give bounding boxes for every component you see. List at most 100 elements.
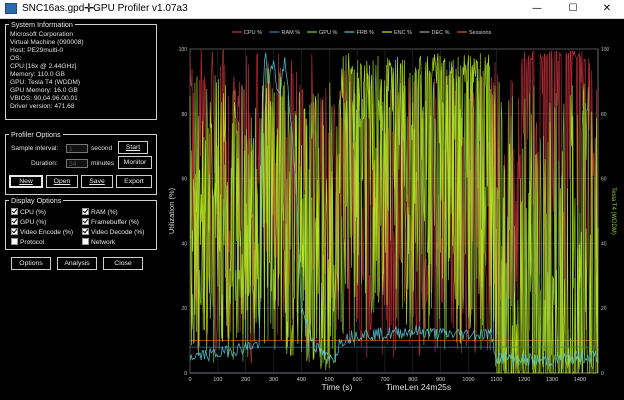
info-line: Virtual Machine (090008) [10,39,84,46]
display-options-title: Display Options [9,196,64,205]
x-tick-label: 100 [213,377,222,383]
info-line: GPU Memory: 16.0 GB [10,87,78,94]
sample-interval-unit: second [91,145,113,152]
checkbox-unchecked-icon [11,238,18,245]
checkbox-unchecked-icon [82,238,89,245]
checkbox-checked-icon [82,218,89,225]
video-encode-checkbox[interactable]: Video Encode (%) [11,228,73,237]
info-line: Driver version: 471.68 [10,103,75,110]
duration-unit: minutes [91,160,115,167]
sample-interval-input[interactable]: 1 [66,144,88,153]
framebuffer-checkbox[interactable]: Framebuffer (%) [82,218,139,227]
monitor-button[interactable]: Monitor [118,156,152,169]
open-button[interactable]: Open [46,175,78,188]
x-tick-label: 1400 [574,377,586,383]
x-tick-label: 200 [241,377,250,383]
save-button[interactable]: Save [81,175,113,188]
start-button[interactable]: Start [118,141,148,154]
minimize-button[interactable]: — [520,0,554,18]
timelen-label: TimeLen 24m25s [386,382,451,392]
open-label: Open [53,178,71,185]
analysis-button[interactable]: Analysis [57,257,97,270]
checkbox-checked-icon [11,228,18,235]
x-tick-label: 300 [269,377,278,383]
y-tick-label: 0 [184,371,187,377]
cpu-checkbox[interactable]: CPU (%) [11,208,46,217]
legend-entry: CPU % [244,30,262,36]
app-icon [5,3,17,14]
video-decode-checkbox[interactable]: Video Decode (%) [82,228,144,237]
y-tick-label-right: 40 [601,241,607,247]
x-axis-label: Time (s) [321,382,352,392]
legend-entry: DEC % [432,30,450,36]
save-label: Save [89,178,105,185]
info-line: GPU: Tesla T4 (WDDM) [10,79,81,86]
y-tick-label-right: 100 [601,47,610,53]
y-tick-label-right: 20 [601,306,607,312]
info-line: Host: PE29multi-0 [10,47,64,54]
x-tick-label: 1300 [546,377,558,383]
info-line: CPU:[16x @ 2.44GHz] [10,63,77,70]
y-tick-label: 80 [181,112,187,118]
x-tick-label: 0 [188,377,191,383]
sample-interval-label: Sample interval: [11,145,59,152]
ram-checkbox[interactable]: RAM (%) [82,208,118,217]
mouse-cursor-icon: ✛ [84,1,95,15]
checkbox-checked-icon [11,208,18,215]
legend-entry: ENC % [394,30,412,36]
duration-input[interactable]: 24 [66,159,88,168]
title-bar: SNC16as.gpd - GPU Profiler v1.07a3 ✛ — ☐… [0,0,624,19]
export-button[interactable]: Export [116,175,152,188]
y-tick-label-right: 60 [601,177,607,183]
new-button[interactable]: New [9,175,43,188]
maximize-button[interactable]: ☐ [556,0,590,18]
protocol-checkbox[interactable]: Protocol [11,238,44,247]
new-label: New [19,178,33,185]
window-title: SNC16as.gpd - GPU Profiler v1.07a3 [22,3,188,14]
ram-checkbox-label: RAM (%) [91,209,118,216]
legend-entry: RAM % [282,30,301,36]
start-label: Start [125,144,141,151]
duration-label: Duration: [31,160,58,167]
network-checkbox[interactable]: Network [82,238,115,247]
video-decode-checkbox-label: Video Decode (%) [91,229,145,236]
x-tick-label: 1200 [518,377,530,383]
x-tick-label: 600 [353,377,362,383]
info-line: VBIOS: 90.04.96.00.01 [10,95,78,102]
close-window-button[interactable]: ✕ [590,0,624,18]
profiler-options-group: Profiler Options Sample interval: 1 seco… [5,130,157,195]
video-encode-checkbox-label: Video Encode (%) [20,229,74,236]
info-line: Memory: 110.0 GB [10,71,65,78]
y-axis-label: Utilization (%) [167,187,176,234]
y-tick-label: 60 [181,177,187,183]
system-information-title: System Information [9,20,75,29]
y-tick-label-right: 80 [601,112,607,118]
profiler-options-title: Profiler Options [9,130,63,139]
y-tick-label: 100 [179,47,188,53]
system-information-group: System Information Microsoft Corporation… [5,20,157,120]
y-tick-label: 40 [181,241,187,247]
checkbox-checked-icon [82,208,89,215]
checkbox-checked-icon [82,228,89,235]
y-tick-label: 20 [181,306,187,312]
x-tick-label: 400 [297,377,306,383]
gpu-checkbox-label: GPU (%) [20,219,47,226]
close-button[interactable]: Close [103,257,143,270]
protocol-checkbox-label: Protocol [20,239,45,246]
framebuffer-checkbox-label: Framebuffer (%) [91,219,139,226]
network-checkbox-label: Network [91,239,116,246]
checkbox-checked-icon [11,218,18,225]
x-tick-label: 1000 [462,377,474,383]
utilization-chart-svg: 0 020 2040 4060 6080 80100 1000 100 200 300 400 500… [167,30,616,392]
info-line: OS: [10,55,22,62]
legend-entry: Sessions [469,30,492,36]
cpu-checkbox-label: CPU (%) [20,209,47,216]
info-line: Microsoft Corporation [10,31,74,38]
legend-entry: GPU % [319,30,337,36]
y-axis-label-right: Tesla T4 (WDDM) [610,187,616,235]
utilization-chart: 0 0 20 20 40 40 60 60 80 80 100 100 0 100 200 300 400 500… [166,19,624,400]
x-tick-label: 1100 [490,377,502,383]
options-button[interactable]: Options [11,257,51,270]
legend-entry: FRB % [357,30,375,36]
gpu-checkbox[interactable]: GPU (%) [11,218,46,227]
